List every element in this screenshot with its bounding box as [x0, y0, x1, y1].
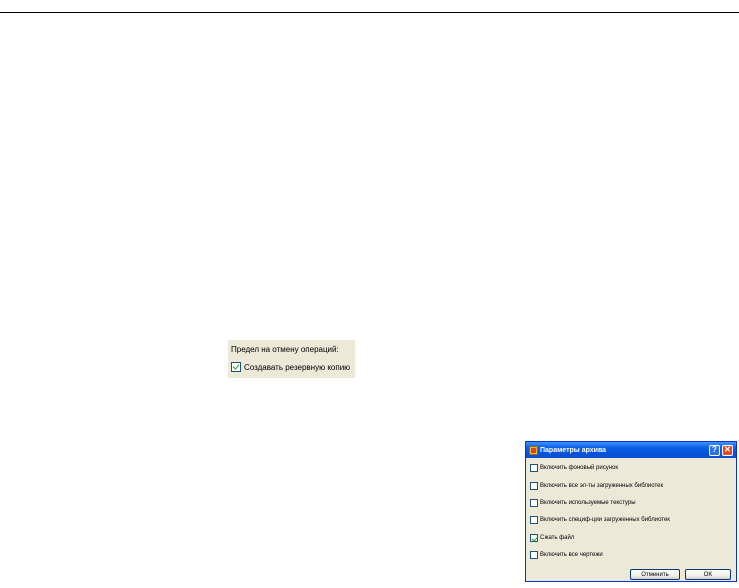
option-label: Включить используемые текстуры: [540, 500, 636, 506]
option-checkbox[interactable]: [530, 534, 538, 542]
app-icon: [529, 445, 538, 455]
backup-checkbox[interactable]: [231, 362, 241, 372]
option-compress-file[interactable]: Сжать файл: [530, 534, 574, 542]
option-label: Включить все эл-ты загруженных библиотек: [540, 483, 664, 489]
backup-option[interactable]: Создавать резервную копию: [231, 362, 350, 372]
option-label: Включить специф-ции загруженных библиоте…: [540, 517, 670, 523]
option-checkbox[interactable]: [530, 551, 538, 559]
options-snippet: Предел на отмену операций: Создавать рез…: [228, 340, 355, 378]
cancel-button[interactable]: Отменить: [630, 569, 680, 580]
backup-label: Создавать резервную копию: [244, 362, 351, 372]
option-used-textures[interactable]: Включить используемые текстуры: [530, 499, 636, 507]
option-all-library-elements[interactable]: Включить все эл-ты загруженных библиотек: [530, 482, 663, 490]
option-checkbox[interactable]: [530, 482, 538, 490]
help-button[interactable]: ?: [709, 444, 720, 456]
option-checkbox[interactable]: [530, 516, 538, 524]
top-divider: [0, 12, 739, 13]
option-label: Сжать файл: [540, 535, 575, 541]
ok-button[interactable]: OK: [685, 569, 731, 580]
dialog-titlebar[interactable]: Параметры архива ? ✕: [526, 442, 736, 458]
option-checkbox[interactable]: [530, 499, 538, 507]
option-checkbox[interactable]: [530, 464, 538, 472]
option-label: Включить все чертежи: [540, 552, 603, 558]
archive-params-dialog: Параметры архива ? ✕ Включить фоновый ри…: [525, 441, 737, 582]
close-button[interactable]: ✕: [722, 444, 733, 456]
option-all-drawings[interactable]: Включить все чертежи: [530, 551, 603, 559]
dialog-title: Параметры архива: [540, 446, 607, 454]
undo-limit-label: Предел на отмену операций:: [231, 345, 339, 354]
page: Предел на отмену операций: Создавать рез…: [0, 0, 739, 588]
option-label: Включить фоновый рисунок: [540, 465, 618, 471]
option-library-specs[interactable]: Включить специф-ции загруженных библиоте…: [530, 516, 670, 524]
option-background-image[interactable]: Включить фоновый рисунок: [530, 464, 618, 472]
